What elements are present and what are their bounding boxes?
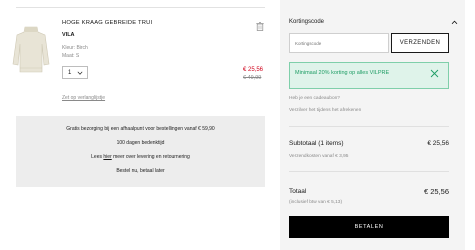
price-original: € 49,99	[243, 75, 262, 81]
product-size: Maat: S	[62, 53, 80, 59]
free-shipping-info: Gratis bezorging bij een afhaalpunt voor…	[66, 126, 215, 132]
delivery-returns-info: Lees hier meer over levering en retourne…	[16, 154, 265, 160]
total-divider	[289, 171, 449, 172]
vat-note: (inclusief btw van € 5,13)	[289, 200, 343, 205]
shipping-cost-note: Verzendkosten vanaf € 3,95	[289, 154, 349, 159]
cart-top-divider	[16, 7, 265, 8]
discount-code-input[interactable]	[289, 33, 389, 53]
gift-card-note: Verzilver het tijdens het afrekenen	[289, 108, 362, 113]
total-label: Totaal	[289, 188, 307, 195]
product-brand: VILA	[62, 32, 75, 38]
quantity-select[interactable]: 1	[62, 66, 88, 79]
delivery-info-box: Gratis bezorging bij een afhaalpunt voor…	[16, 116, 265, 187]
price-sale: € 25,56	[243, 67, 264, 73]
product-color: Kleur: Birch	[62, 45, 88, 51]
discount-submit-button[interactable]: VERZENDEN	[391, 33, 449, 53]
delivery-info-prefix: Lees	[91, 154, 104, 160]
chevron-up-icon[interactable]	[451, 19, 458, 26]
delivery-info-suffix: meer over levering en retournering	[111, 154, 190, 160]
trash-icon[interactable]	[256, 18, 264, 31]
product-title[interactable]: HOGE KRAAG GEBREIDE TRUI	[62, 20, 152, 26]
delivery-info-link[interactable]: hier	[103, 154, 111, 160]
return-period-info: 100 dagen bedenktijd	[116, 140, 165, 146]
pay-button[interactable]: BETALEN	[289, 216, 449, 238]
add-to-wishlist-link[interactable]: Zet op verlanglijstje	[62, 95, 105, 101]
product-image[interactable]	[11, 24, 51, 76]
subtotal-value: € 25,56	[427, 140, 449, 147]
quantity-value: 1	[68, 69, 72, 76]
gift-card-question[interactable]: Heb je een cadeaubon?	[289, 96, 340, 101]
order-summary-panel: Kortingscode VERZENDEN Minimaal 20% kort…	[280, 0, 465, 250]
summary-divider	[289, 126, 449, 127]
promo-alert-text: Minimaal 20% korting op alles VILPRE	[295, 70, 390, 76]
total-value: € 25,56	[423, 187, 449, 196]
discount-code-title: Kortingscode	[289, 19, 325, 25]
close-icon[interactable]	[430, 69, 439, 78]
promo-alert: Minimaal 20% korting op alles VILPRE	[289, 62, 449, 89]
pay-later-info: Bestel nu, betaal later	[116, 168, 165, 174]
sweater-image	[12, 26, 50, 73]
chevron-down-icon	[77, 71, 83, 75]
subtotal-label: Subtotaal (1 items)	[289, 140, 344, 147]
